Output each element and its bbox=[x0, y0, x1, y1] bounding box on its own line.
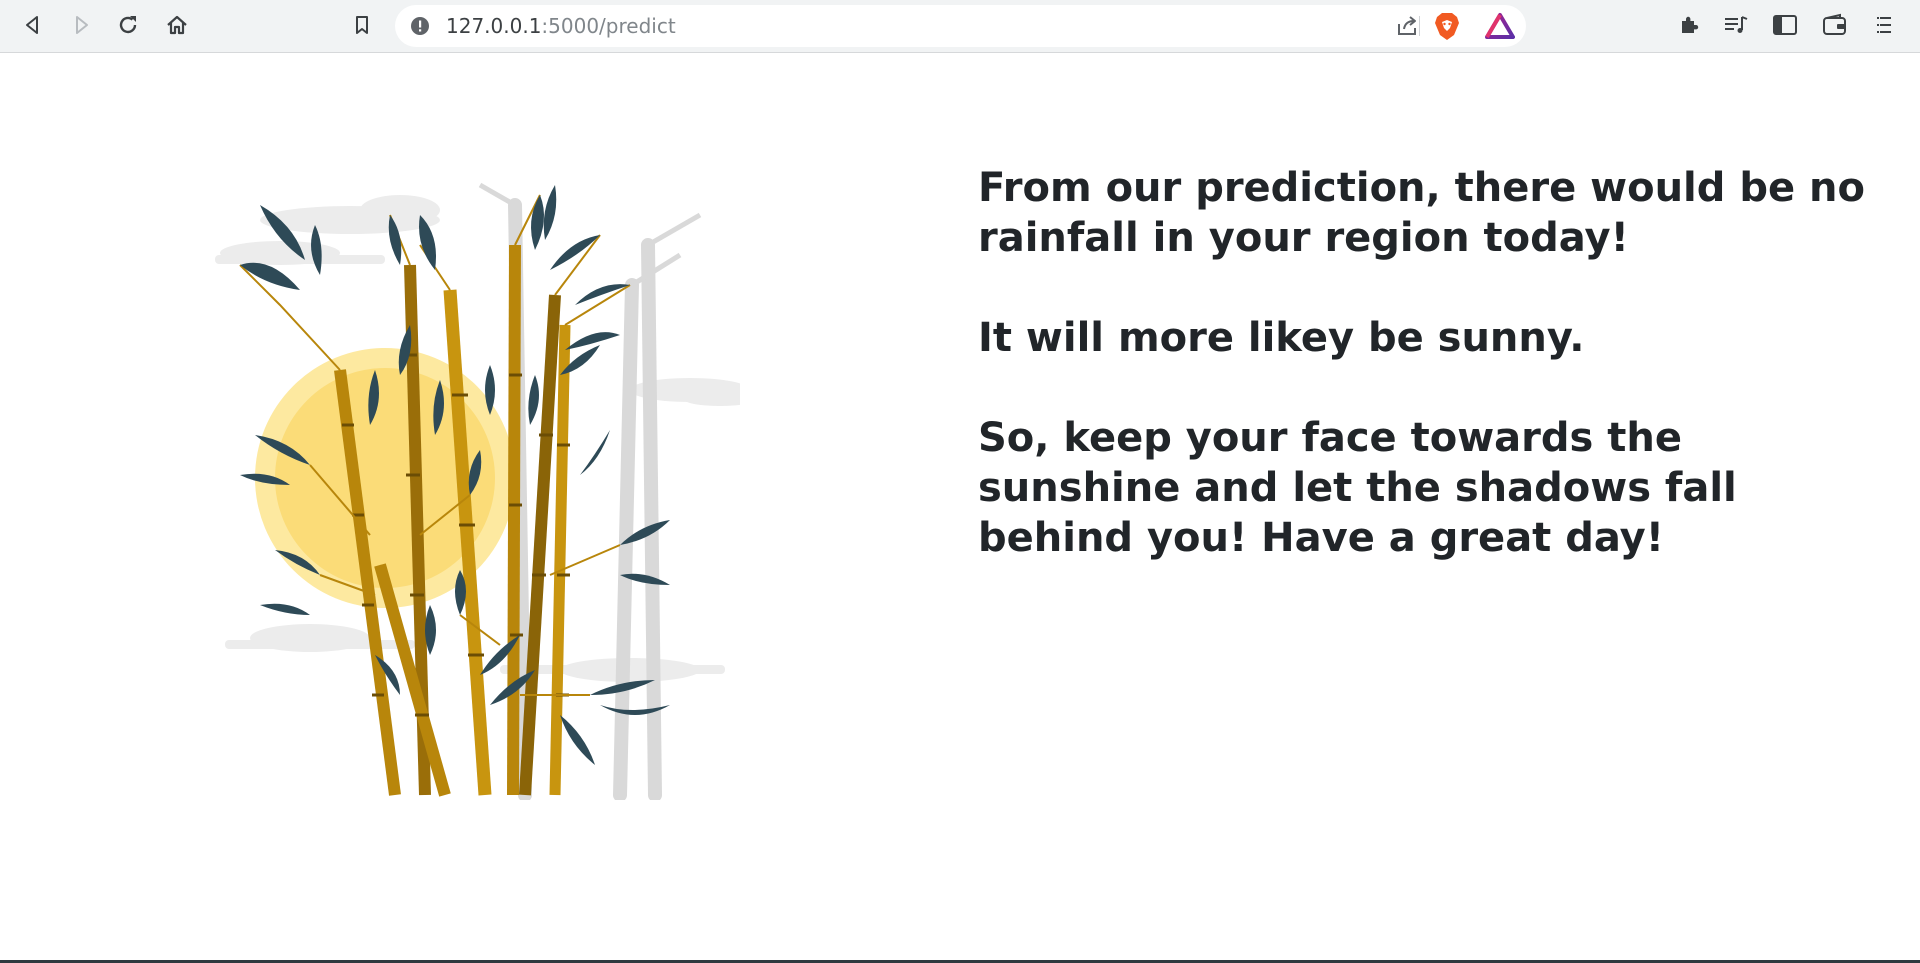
info-icon[interactable] bbox=[409, 15, 431, 41]
puzzle-icon[interactable] bbox=[1672, 8, 1706, 42]
sidebar-icon[interactable] bbox=[1768, 8, 1802, 42]
bamboo-sun-illustration bbox=[200, 175, 755, 802]
forward-icon[interactable] bbox=[64, 8, 98, 42]
brave-shield-icon[interactable] bbox=[1433, 11, 1461, 45]
rainfall-prediction-text: From our prediction, there would be no r… bbox=[978, 165, 1865, 261]
sunny-text: It will more likey be sunny. bbox=[978, 315, 1585, 361]
omnibox-separator bbox=[1419, 16, 1420, 36]
bamboo-illustration-graphic bbox=[215, 182, 755, 802]
address-bar[interactable]: 127.0.0.1:5000/predict bbox=[395, 5, 1526, 47]
url-text[interactable]: 127.0.0.1:5000/predict bbox=[446, 15, 676, 37]
home-icon[interactable] bbox=[160, 8, 194, 42]
menu-icon[interactable] bbox=[1868, 8, 1902, 42]
url-host: 127.0.0.1 bbox=[446, 14, 542, 38]
playlist-icon[interactable] bbox=[1719, 8, 1753, 42]
share-icon[interactable] bbox=[1395, 14, 1419, 42]
browser-toolbar: 127.0.0.1:5000/predict bbox=[0, 0, 1920, 53]
wallet-icon[interactable] bbox=[1818, 8, 1852, 42]
back-icon[interactable] bbox=[16, 8, 50, 42]
brave-rewards-icon[interactable] bbox=[1485, 12, 1515, 44]
bookmark-icon[interactable] bbox=[345, 8, 379, 42]
encouragement-text: So, keep your face towards the sunshine … bbox=[978, 415, 1737, 561]
url-path: :5000/predict bbox=[541, 14, 676, 38]
reload-icon[interactable] bbox=[111, 8, 145, 42]
prediction-message: From our prediction, there would be no r… bbox=[978, 163, 1878, 613]
